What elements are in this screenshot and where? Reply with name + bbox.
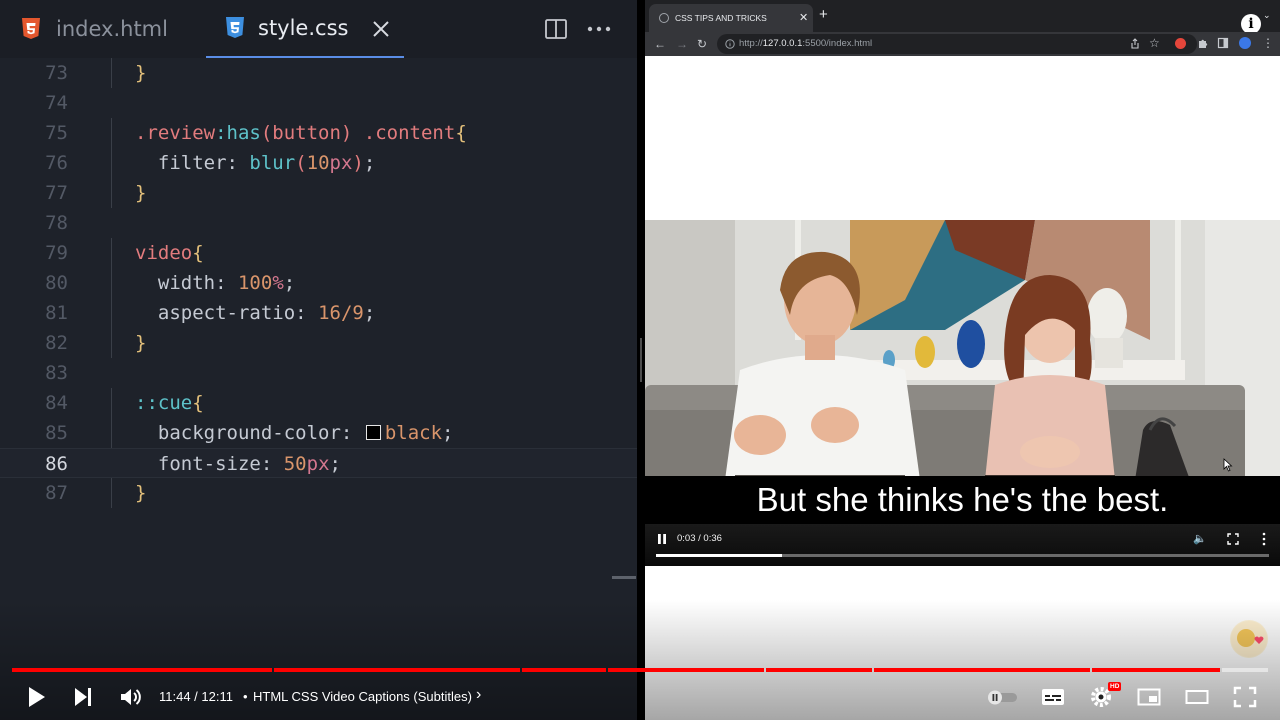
volume-icon[interactable]: [118, 684, 142, 710]
puzzle-icon[interactable]: [1197, 37, 1209, 49]
chevron-down-icon[interactable]: ⌄: [1263, 10, 1271, 21]
scroll-indicator[interactable]: [612, 576, 636, 579]
browser-tab[interactable]: CSS TIPS AND TRICKS ✕: [649, 4, 813, 32]
globe-icon: [659, 13, 669, 23]
code-line: 81 aspect-ratio: 16/9;: [45, 302, 376, 324]
forward-icon[interactable]: →: [676, 36, 688, 52]
web-page: But she thinks he's the best. 0:03 / 0:3…: [645, 56, 1280, 720]
video-time: 0:03 / 0:36: [677, 533, 722, 544]
fullscreen-icon[interactable]: [1233, 684, 1257, 710]
youtube-progress-bar[interactable]: [12, 668, 1268, 672]
youtube-controls: 11:44 / 12:11 • HTML CSS Video Captions …: [0, 676, 1280, 720]
pause-icon[interactable]: [656, 533, 668, 545]
progress-chapter-segment[interactable]: [522, 668, 606, 672]
progress-chapter-segment[interactable]: [766, 668, 872, 672]
more-options-icon[interactable]: [1262, 532, 1266, 546]
code-line: 84::cue{: [45, 392, 204, 414]
code-line: 83: [45, 362, 68, 384]
hd-badge: HD: [1108, 682, 1122, 691]
profile-avatar[interactable]: [1239, 37, 1251, 49]
tab-label: style.css: [258, 16, 349, 40]
code-line-active: 86 font-size: 50px;: [0, 448, 637, 478]
theater-mode-icon[interactable]: [1185, 684, 1209, 710]
code-line: 74: [45, 92, 68, 114]
progress-chapter-segment[interactable]: [274, 668, 520, 672]
code-line: 79 video{: [45, 242, 204, 264]
close-icon[interactable]: ✕: [799, 12, 808, 24]
close-icon[interactable]: [370, 18, 392, 40]
code-line: 87}: [45, 482, 147, 504]
video-caption: But she thinks he's the best.: [645, 476, 1280, 524]
new-tab-icon[interactable]: +: [819, 6, 828, 24]
code-line: 82}: [45, 332, 147, 354]
html5-icon: [22, 18, 40, 39]
code-area[interactable]: 73} 74 75 .review:has(button) .content{ 7…: [0, 58, 637, 618]
mouse-cursor-icon: [1223, 458, 1233, 472]
back-icon[interactable]: ←: [654, 36, 666, 52]
separator-dot: •: [243, 689, 248, 704]
progress-chapter-segment[interactable]: [1092, 668, 1221, 672]
video-player[interactable]: But she thinks he's the best. 0:03 / 0:3…: [645, 220, 1280, 566]
autoplay-toggle[interactable]: [985, 684, 1019, 710]
chevron-right-icon[interactable]: ›: [476, 686, 481, 704]
side-panel-icon[interactable]: [1217, 37, 1229, 49]
pane-splitter[interactable]: [640, 338, 642, 382]
progress-remaining[interactable]: [1222, 668, 1268, 672]
miniplayer-icon[interactable]: [1137, 684, 1161, 710]
fullscreen-icon[interactable]: [1227, 533, 1239, 545]
code-line: 78: [45, 212, 68, 234]
chapter-title[interactable]: HTML CSS Video Captions (Subtitles): [253, 689, 472, 704]
video-seek-bar[interactable]: [656, 554, 1269, 557]
browser-tab-title: CSS TIPS AND TRICKS: [675, 13, 767, 23]
progress-chapter-segment[interactable]: [874, 668, 1090, 672]
mute-icon[interactable]: 🔈: [1193, 532, 1207, 545]
progress-chapter-segment[interactable]: [608, 668, 764, 672]
more-actions-icon[interactable]: [586, 18, 612, 40]
video-seek-progress: [656, 554, 782, 557]
color-swatch[interactable]: [365, 425, 381, 440]
reload-icon[interactable]: ↻: [697, 36, 707, 52]
browser-toolbar: ← → ↻ http://127.0.0.1:5500/index.html ☆…: [645, 32, 1280, 56]
next-icon[interactable]: [72, 684, 94, 710]
editor-tab-bar: index.html style.css: [0, 0, 637, 58]
code-line: 76 filter: blur(10px);: [45, 152, 376, 174]
code-editor: index.html style.css 73} 74 75 .review:ha…: [0, 0, 637, 720]
play-icon[interactable]: [24, 684, 48, 710]
info-icon[interactable]: [725, 39, 735, 49]
address-bar[interactable]: http://127.0.0.1:5500/index.html ☆: [717, 34, 1197, 54]
extension-icon[interactable]: [1175, 38, 1186, 49]
reaction-emoji-icon[interactable]: [1230, 620, 1268, 658]
subtitles-icon[interactable]: [1041, 684, 1065, 710]
youtube-time: 11:44 / 12:11: [159, 689, 233, 704]
split-editor-icon[interactable]: [544, 17, 568, 41]
share-icon[interactable]: [1129, 38, 1141, 50]
bookmark-star-icon[interactable]: ☆: [1149, 36, 1160, 50]
browser-window: CSS TIPS AND TRICKS ✕ + i ⌄ ← → ↻ http:/…: [645, 0, 1280, 720]
code-line: 80 width: 100%;: [45, 272, 296, 294]
tab-index-html[interactable]: index.html: [20, 0, 168, 58]
video-controls: 0:03 / 0:36 🔈: [645, 524, 1280, 566]
progress-chapter-segment[interactable]: [12, 668, 272, 672]
menu-kebab-icon[interactable]: ⋮: [1262, 35, 1274, 51]
url-text: http://127.0.0.1:5500/index.html: [739, 38, 873, 49]
tab-label: index.html: [56, 17, 168, 41]
code-line: 77}: [45, 182, 147, 204]
code-line: 75 .review:has(button) .content{: [45, 122, 467, 144]
code-line: 85 background-color: black;: [45, 422, 454, 444]
code-line: 73}: [45, 62, 147, 84]
css3-icon: [226, 17, 244, 38]
browser-tab-strip: CSS TIPS AND TRICKS ✕ + i ⌄: [645, 0, 1280, 34]
info-icon[interactable]: i: [1241, 14, 1261, 34]
